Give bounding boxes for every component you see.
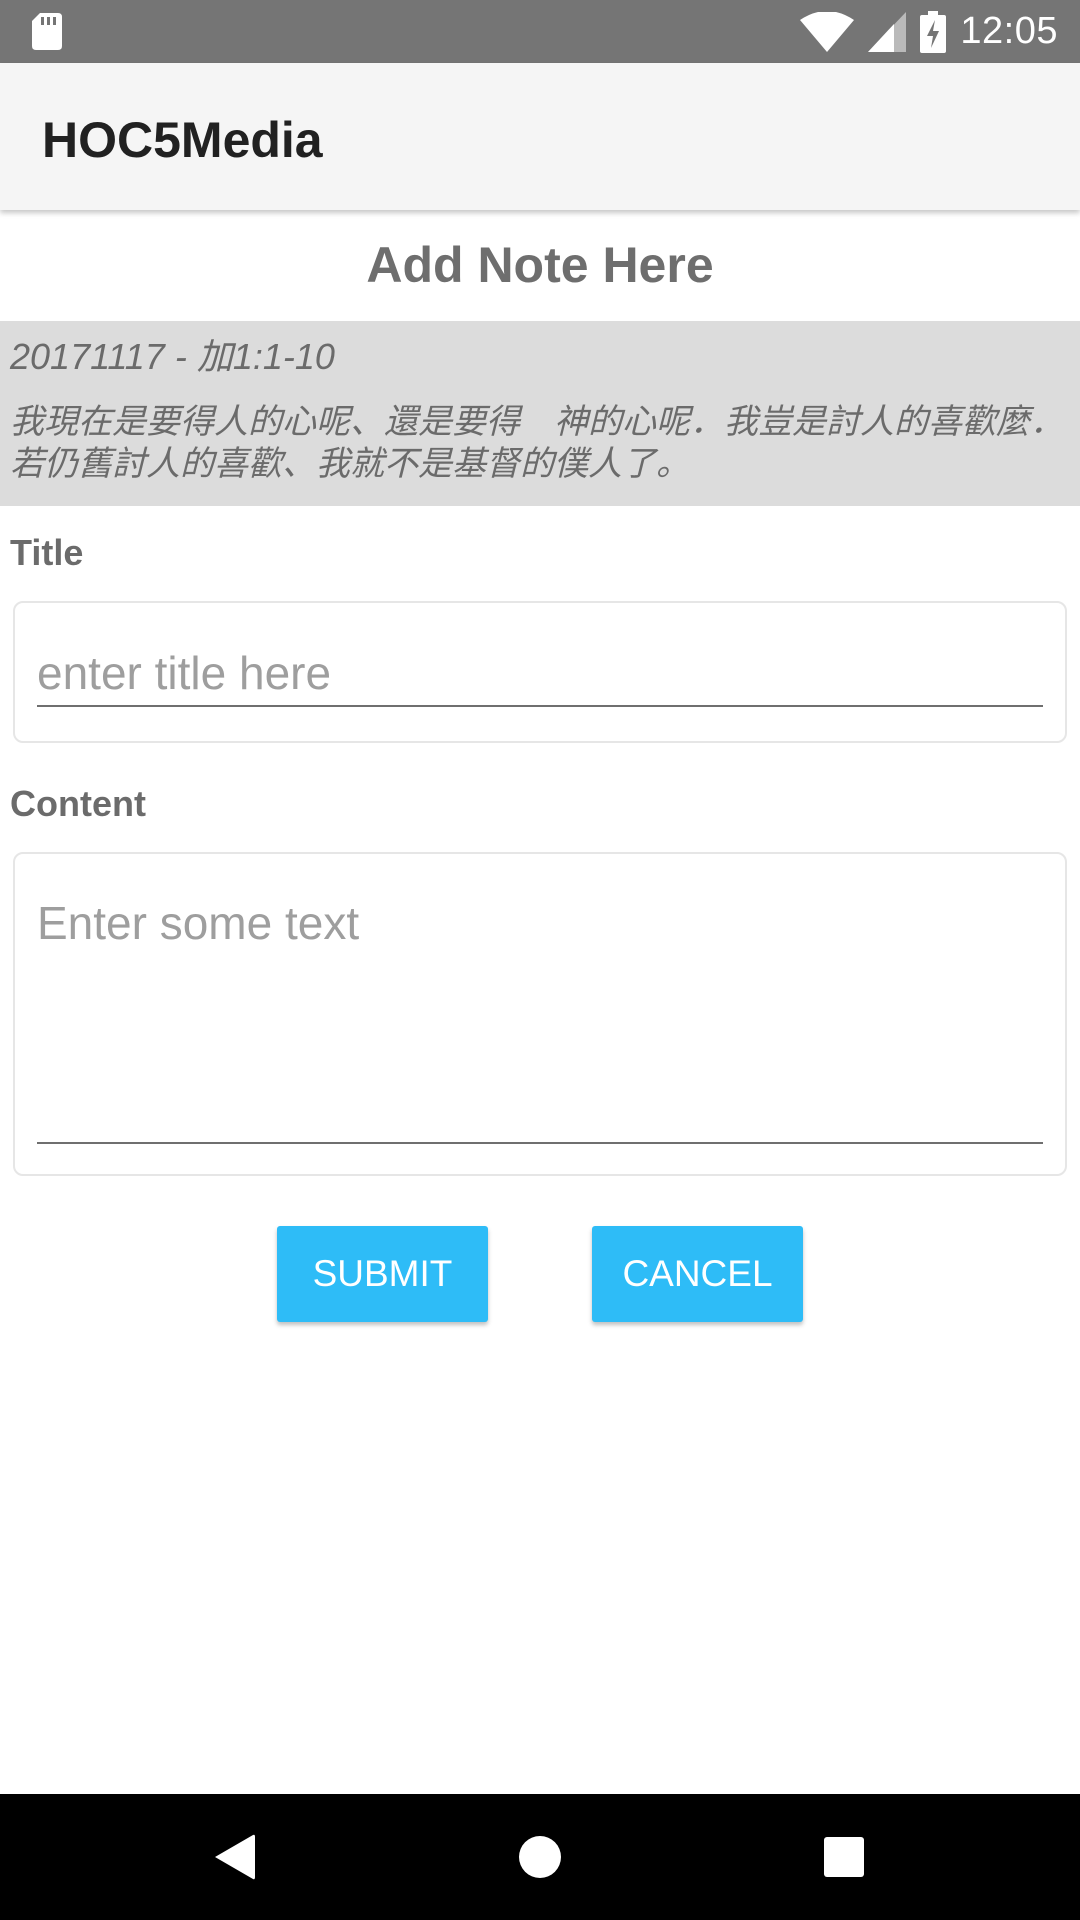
title-label: Title <box>10 532 84 573</box>
wifi-icon <box>800 11 855 52</box>
recents-button[interactable] <box>784 1794 904 1920</box>
app-bar: HOC5Media <box>0 63 1080 210</box>
status-icons: 12:05 <box>800 0 1058 63</box>
signal-icon <box>868 11 907 52</box>
verse-text: 我現在是要得人的心呢、還是要得 神的心呢．我豈是討人的喜歡麼．若仍舊討人的喜歡、… <box>10 403 1064 483</box>
content-label: Content <box>10 783 146 824</box>
page-title: Add Note Here <box>366 237 714 293</box>
content-frame <box>13 852 1067 1176</box>
back-icon <box>215 1834 255 1880</box>
verse-reference: 20171117 - 加1:1-10 <box>10 336 335 377</box>
navigation-bar <box>0 1794 1080 1920</box>
screen: 12:05 HOC5Media Add Note Here 20171117 -… <box>0 0 1080 1920</box>
cancel-button[interactable]: CANCEL <box>592 1226 803 1322</box>
content-input[interactable] <box>37 880 1043 1144</box>
verse-box: 20171117 - 加1:1-10 我現在是要得人的心呢、還是要得 神的心呢．… <box>0 321 1080 506</box>
submit-button[interactable]: SUBMIT <box>277 1226 488 1322</box>
home-icon <box>519 1836 561 1878</box>
status-time: 12:05 <box>960 10 1058 52</box>
home-button[interactable] <box>480 1794 600 1920</box>
title-input[interactable] <box>37 641 1043 707</box>
title-frame <box>13 601 1067 743</box>
status-bar: 12:05 <box>0 0 1080 63</box>
sd-card-icon <box>32 13 62 50</box>
recents-icon <box>824 1837 864 1877</box>
back-button[interactable] <box>175 1794 295 1920</box>
battery-charging-icon <box>920 10 947 53</box>
app-title: HOC5Media <box>42 112 323 168</box>
